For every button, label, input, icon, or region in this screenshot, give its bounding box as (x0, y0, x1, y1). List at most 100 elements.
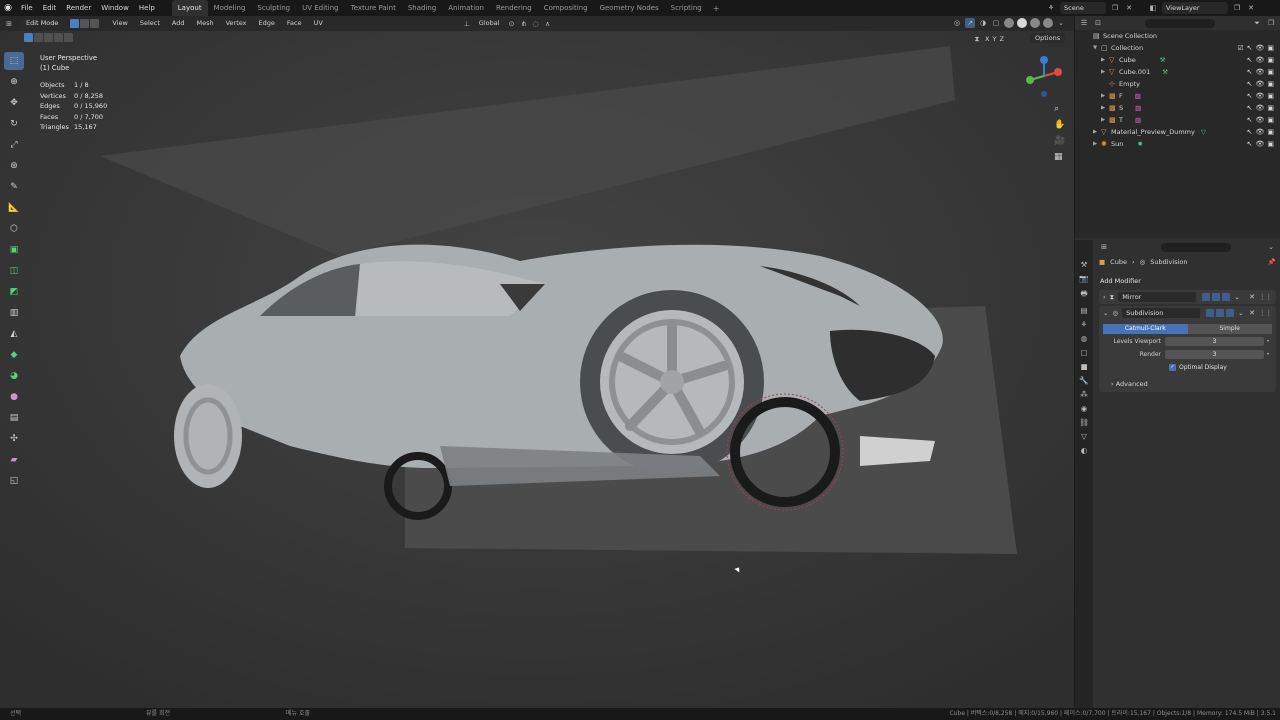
properties-editor-icon[interactable]: ⊞ (1099, 242, 1109, 252)
advanced-subpanel[interactable]: › Advanced (1099, 377, 1276, 392)
knife-tool-icon[interactable]: ◭ (4, 325, 24, 343)
camera-icon[interactable]: ▣ (1267, 140, 1274, 148)
xray-icon[interactable]: ▢ (991, 18, 1001, 28)
vertex-select-icon[interactable] (70, 19, 80, 28)
options-dropdown[interactable]: Options (1030, 33, 1066, 43)
copy-view-layer-icon[interactable]: ❐ (1232, 3, 1242, 13)
select-toggle-icon[interactable]: ↖ (1247, 80, 1253, 88)
rip-tool-icon[interactable]: ◱ (4, 472, 24, 490)
add-workspace-icon[interactable]: + (708, 4, 725, 13)
overlay-icon[interactable]: ◑ (978, 18, 988, 28)
select-subtract-icon[interactable] (44, 33, 53, 42)
menu-mesh[interactable]: Mesh (191, 16, 218, 31)
camera-icon[interactable]: ▣ (1267, 92, 1274, 100)
rendered-shading-icon[interactable] (1043, 18, 1053, 28)
extrude-tool-icon[interactable]: ▣ (4, 241, 24, 259)
axis-y-toggle[interactable]: Y (992, 35, 996, 43)
render-toggle-icon[interactable] (1226, 309, 1235, 317)
expand-arrow-icon[interactable]: ▶ (1101, 93, 1109, 99)
menu-window[interactable]: Window (96, 0, 134, 16)
outliner-item[interactable]: ⊹ Empty ↖ 👁 ▣ (1075, 78, 1280, 90)
outliner-item[interactable]: ▶ ▽ Material_Preview_Dummy ▽ ↖ 👁 ▣ (1075, 126, 1280, 138)
render-toggle-icon[interactable] (1222, 293, 1231, 301)
eye-icon[interactable]: 👁 (1255, 68, 1264, 76)
close-view-layer-icon[interactable]: ✕ (1246, 3, 1256, 13)
poly-build-tool-icon[interactable]: ◆ (4, 346, 24, 364)
scene-icon[interactable]: ⚘ (1046, 3, 1056, 13)
outliner-item[interactable]: ▶ ▩ S ▨ ↖ 👁 ▣ (1075, 102, 1280, 114)
menu-edge[interactable]: Edge (254, 16, 280, 31)
grid-view-icon[interactable]: ▦ (1054, 152, 1065, 162)
catmull-clark-option[interactable]: Catmull-Clark (1103, 324, 1188, 334)
face-select-icon[interactable] (90, 19, 100, 28)
expand-arrow-icon[interactable]: ▶ (1101, 117, 1109, 123)
annotate-tool-icon[interactable]: ✎ (4, 178, 24, 196)
dropdown-icon[interactable]: ⌄ (1238, 309, 1243, 317)
particles-tab-icon[interactable]: ⁂ (1080, 390, 1088, 399)
outliner-item[interactable]: ▶ ▽ Cube.001 ⚒ ↖ 👁 ▣ (1075, 66, 1280, 78)
add-cube-tool-icon[interactable]: ⬡ (4, 220, 24, 238)
pan-hand-icon[interactable]: ✋ (1054, 120, 1065, 130)
select-box-tool-icon[interactable]: ⬚ (4, 52, 24, 70)
view-layer-field[interactable]: ViewLayer (1162, 2, 1228, 14)
modifier-wrench-icon[interactable]: ⚒ (1160, 56, 1166, 64)
edge-select-icon[interactable] (80, 19, 90, 28)
eye-icon[interactable]: 👁 (1255, 80, 1264, 88)
editor-type-icon[interactable]: ⊞ (4, 19, 14, 29)
bevel-tool-icon[interactable]: ◩ (4, 283, 24, 301)
expand-arrow-icon[interactable]: ▶ (1093, 129, 1101, 135)
snap-icon[interactable]: ⋔ (519, 19, 529, 29)
modifier-wrench-icon[interactable]: ⚒ (1162, 68, 1168, 76)
expand-arrow-icon[interactable]: ▶ (1101, 105, 1109, 111)
tool-tab-icon[interactable]: ⚒ (1081, 260, 1088, 269)
expand-arrow-icon[interactable]: ▶ (1093, 141, 1101, 147)
mode-dropdown[interactable]: Edit Mode (20, 18, 65, 29)
physics-tab-icon[interactable]: ◉ (1081, 404, 1088, 413)
material-tab-icon[interactable]: ◐ (1081, 446, 1088, 455)
blender-logo-icon[interactable]: ◉ (0, 0, 16, 16)
eye-icon[interactable]: 👁 (1255, 104, 1264, 112)
smooth-tool-icon[interactable]: ● (4, 388, 24, 406)
outliner-item[interactable]: ▶ ✺ Sun ✹ ↖ 👁 ▣ (1075, 138, 1280, 150)
tab-sculpting[interactable]: Sculpting (251, 0, 296, 16)
drag-handle-icon[interactable]: ⋮⋮ (1259, 309, 1272, 317)
render-levels-field[interactable]: 3 (1165, 350, 1264, 359)
tab-layout[interactable]: Layout (171, 0, 208, 16)
outliner-collection[interactable]: ▼ ▢ Collection ☑ ↖ 👁 ▣ (1075, 42, 1280, 54)
pin-icon[interactable]: 📌 (1268, 258, 1276, 266)
camera-icon[interactable]: ▣ (1267, 104, 1274, 112)
select-toggle-icon[interactable]: ↖ (1247, 128, 1253, 136)
outliner-editor-icon[interactable]: ☰ (1079, 18, 1089, 28)
expand-arrow-icon[interactable]: › (1111, 380, 1114, 388)
transform-tool-icon[interactable]: ⊛ (4, 157, 24, 175)
render-tab-icon[interactable]: 📷 (1079, 274, 1088, 283)
edge-slide-tool-icon[interactable]: ▤ (4, 409, 24, 427)
select-intersect-icon[interactable] (64, 33, 73, 42)
display-mode-icon[interactable]: ⊡ (1093, 18, 1103, 28)
add-modifier-button[interactable]: Add Modifier (1095, 274, 1280, 288)
select-toggle-icon[interactable]: ↖ (1247, 56, 1253, 64)
modifier-name-field[interactable]: Subdivision (1122, 308, 1201, 318)
zoom-icon[interactable]: ⌕ (1054, 104, 1065, 114)
collection-tab-icon[interactable]: ▢ (1080, 348, 1087, 357)
remove-modifier-icon[interactable]: ✕ (1249, 293, 1255, 301)
inset-tool-icon[interactable]: ◫ (4, 262, 24, 280)
checkbox-icon[interactable]: ☑ (1237, 44, 1243, 52)
gizmo-toggle-icon[interactable]: ↗ (965, 18, 975, 28)
falloff-icon[interactable]: ∧ (543, 19, 553, 29)
camera-icon[interactable]: ▣ (1267, 44, 1274, 52)
tab-animation[interactable]: Animation (442, 0, 490, 16)
outliner-item[interactable]: ▶ ▩ T ▨ ↖ 👁 ▣ (1075, 114, 1280, 126)
data-tab-icon[interactable]: ▽ (1081, 432, 1087, 441)
loop-cut-tool-icon[interactable]: ▥ (4, 304, 24, 322)
keyframe-dot-icon[interactable]: • (1264, 351, 1272, 358)
solid-shading-icon[interactable] (1017, 18, 1027, 28)
eye-icon[interactable]: 👁 (1255, 56, 1264, 64)
select-extend-icon[interactable] (34, 33, 43, 42)
copy-scene-icon[interactable]: ❐ (1110, 3, 1120, 13)
tab-shading[interactable]: Shading (402, 0, 442, 16)
outliner-search-input[interactable] (1145, 18, 1215, 28)
dropdown-icon[interactable]: ⌄ (1234, 293, 1239, 301)
3d-viewport[interactable]: ⊞ Edit Mode View Select Add Mesh Vertex … (0, 16, 1074, 708)
tab-uv-editing[interactable]: UV Editing (296, 0, 345, 16)
